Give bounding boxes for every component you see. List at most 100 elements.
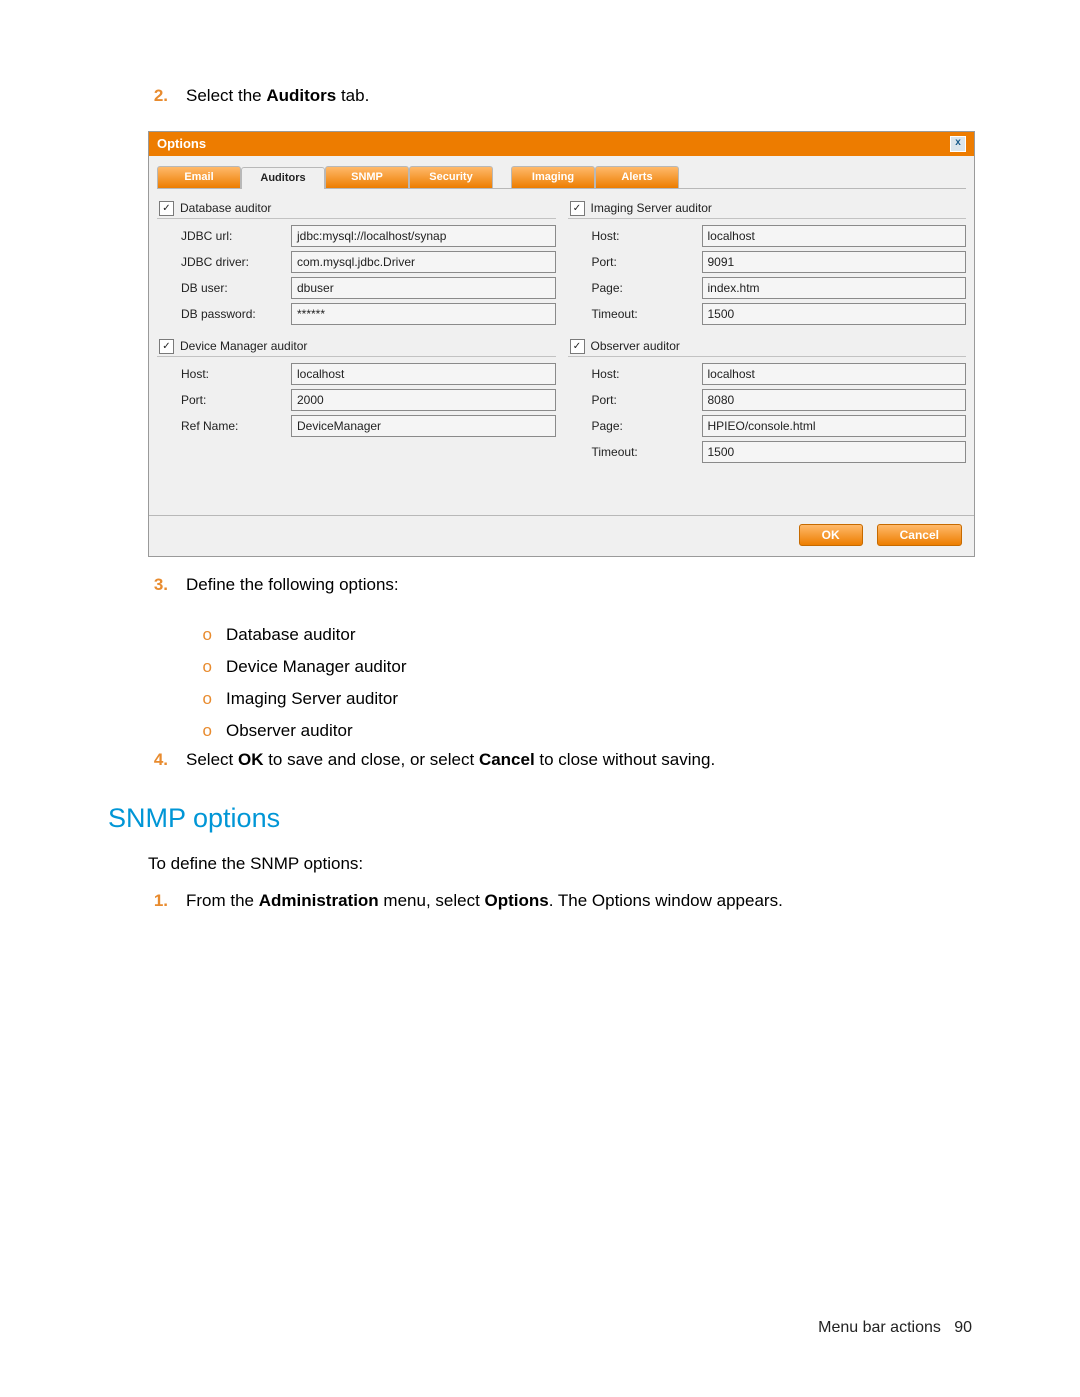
field-db-user: DB user: dbuser xyxy=(157,277,556,299)
tab-security[interactable]: Security xyxy=(409,166,493,188)
footer-page: 90 xyxy=(954,1319,972,1336)
group-header: Database auditor xyxy=(157,199,556,219)
options-dialog: Options x Email Auditors SNMP Security I… xyxy=(148,131,975,557)
sub-item: o Device Manager auditor xyxy=(108,651,972,683)
footer-text: Menu bar actions xyxy=(818,1319,941,1336)
observer-auditor-group: Observer auditor Host: localhost Port: 8… xyxy=(568,337,967,463)
step-list-mid: 3. Define the following options: xyxy=(108,571,972,606)
checkbox-checked-icon[interactable] xyxy=(570,339,585,354)
field-input[interactable]: localhost xyxy=(291,363,556,385)
field-label: JDBC url: xyxy=(157,229,291,243)
tab-auditors[interactable]: Auditors xyxy=(241,167,325,189)
field-input[interactable]: dbuser xyxy=(291,277,556,299)
field-input[interactable]: 2000 xyxy=(291,389,556,411)
tab-imaging[interactable]: Imaging xyxy=(511,166,595,188)
field-label: Host: xyxy=(568,367,702,381)
step-number: 3. xyxy=(148,573,168,598)
step-text: Select OK to save and close, or select C… xyxy=(186,748,715,773)
snmp-intro: To define the SNMP options: xyxy=(108,852,972,877)
field-input[interactable]: com.mysql.jdbc.Driver xyxy=(291,251,556,273)
field-timeout: Timeout: 1500 xyxy=(568,303,967,325)
checkbox-checked-icon[interactable] xyxy=(570,201,585,216)
bullet-icon: o xyxy=(198,655,212,679)
field-host: Host: localhost xyxy=(157,363,556,385)
field-input[interactable]: HPIEO/console.html xyxy=(702,415,967,437)
group-title: Database auditor xyxy=(180,201,271,215)
field-input[interactable]: localhost xyxy=(702,363,967,385)
field-label: JDBC driver: xyxy=(157,255,291,269)
field-label: Port: xyxy=(568,255,702,269)
sub-text: Imaging Server auditor xyxy=(226,687,398,711)
close-icon[interactable]: x xyxy=(950,136,966,152)
step-number: 4. xyxy=(148,748,168,773)
field-label: Ref Name: xyxy=(157,419,291,433)
section-heading: SNMP options xyxy=(108,803,972,834)
step-2: 2. Select the Auditors tab. xyxy=(108,82,972,117)
field-label: Port: xyxy=(157,393,291,407)
tabs-group-right: Imaging Alerts xyxy=(511,166,679,188)
device-manager-auditor-group: Device Manager auditor Host: localhost P… xyxy=(157,337,556,437)
group-title: Device Manager auditor xyxy=(180,339,307,353)
field-port: Port: 2000 xyxy=(157,389,556,411)
field-label: Port: xyxy=(568,393,702,407)
step-text: Select the Auditors tab. xyxy=(186,84,369,109)
checkbox-checked-icon[interactable] xyxy=(159,201,174,216)
tab-alerts[interactable]: Alerts xyxy=(595,166,679,188)
imaging-server-auditor-group: Imaging Server auditor Host: localhost P… xyxy=(568,199,967,325)
dialog-titlebar: Options x xyxy=(149,132,974,156)
tabs-row: Email Auditors SNMP Security Imaging Ale… xyxy=(157,166,966,189)
tab-email[interactable]: Email xyxy=(157,166,241,188)
step-1-snmp: 1. From the Administration menu, select … xyxy=(108,887,972,922)
group-header: Imaging Server auditor xyxy=(568,199,967,219)
document-page: 2. Select the Auditors tab. Options x Em… xyxy=(0,0,1080,1397)
step-text: Define the following options: xyxy=(186,573,399,598)
step-number: 1. xyxy=(148,889,168,914)
bullet-icon: o xyxy=(198,623,212,647)
step-number: 2. xyxy=(148,84,168,109)
step-3: 3. Define the following options: xyxy=(108,571,972,606)
sub-text: Database auditor xyxy=(226,623,355,647)
tab-snmp[interactable]: SNMP xyxy=(325,166,409,188)
dialog-body: Database auditor JDBC url: jdbc:mysql://… xyxy=(149,189,974,515)
field-label: Host: xyxy=(157,367,291,381)
field-input[interactable]: 1500 xyxy=(702,441,967,463)
field-label: Host: xyxy=(568,229,702,243)
tabs-group-left: Email Auditors SNMP Security xyxy=(157,166,493,188)
step-list-mid-2: 4. Select OK to save and close, or selec… xyxy=(108,746,972,781)
bullet-icon: o xyxy=(198,719,212,743)
field-input[interactable]: ****** xyxy=(291,303,556,325)
sub-item: o Database auditor xyxy=(108,619,972,651)
field-input[interactable]: 1500 xyxy=(702,303,967,325)
field-port: Port: 8080 xyxy=(568,389,967,411)
field-page: Page: HPIEO/console.html xyxy=(568,415,967,437)
field-input[interactable]: 9091 xyxy=(702,251,967,273)
field-label: Page: xyxy=(568,419,702,433)
dialog-title: Options xyxy=(157,136,206,151)
field-label: Timeout: xyxy=(568,307,702,321)
page-footer: Menu bar actions 90 xyxy=(818,1319,972,1337)
checkbox-checked-icon[interactable] xyxy=(159,339,174,354)
field-timeout: Timeout: 1500 xyxy=(568,441,967,463)
field-jdbc-driver: JDBC driver: com.mysql.jdbc.Driver xyxy=(157,251,556,273)
ok-button[interactable]: OK xyxy=(799,524,863,546)
field-input[interactable]: DeviceManager xyxy=(291,415,556,437)
field-input[interactable]: localhost xyxy=(702,225,967,247)
group-header: Observer auditor xyxy=(568,337,967,357)
field-input[interactable]: index.htm xyxy=(702,277,967,299)
field-port: Port: 9091 xyxy=(568,251,967,273)
group-header: Device Manager auditor xyxy=(157,337,556,357)
database-auditor-group: Database auditor JDBC url: jdbc:mysql://… xyxy=(157,199,556,325)
group-title: Imaging Server auditor xyxy=(591,201,712,215)
field-db-password: DB password: ****** xyxy=(157,303,556,325)
left-column: Database auditor JDBC url: jdbc:mysql://… xyxy=(157,199,556,475)
field-page: Page: index.htm xyxy=(568,277,967,299)
field-label: Page: xyxy=(568,281,702,295)
field-input[interactable]: 8080 xyxy=(702,389,967,411)
cancel-button[interactable]: Cancel xyxy=(877,524,962,546)
field-input[interactable]: jdbc:mysql://localhost/synap xyxy=(291,225,556,247)
step-list-top: 2. Select the Auditors tab. xyxy=(108,82,972,117)
step-4: 4. Select OK to save and close, or selec… xyxy=(108,746,972,781)
step-text: From the Administration menu, select Opt… xyxy=(186,889,783,914)
sub-text: Device Manager auditor xyxy=(226,655,406,679)
sub-text: Observer auditor xyxy=(226,719,353,743)
